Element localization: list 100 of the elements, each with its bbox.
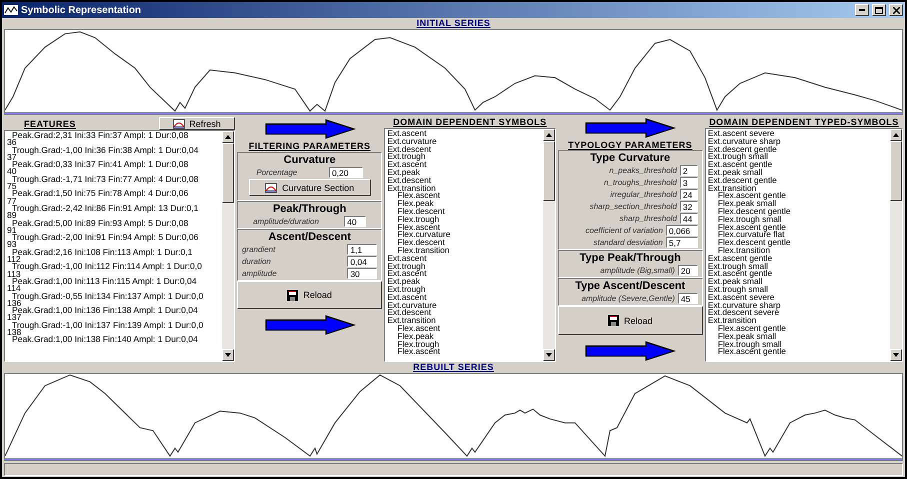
symbol-item[interactable]: Flex.ascent (387, 348, 541, 356)
symbol-item[interactable]: Ext.ascent gentle (708, 270, 888, 278)
reload-button[interactable]: Reload (558, 306, 703, 336)
symbol-item[interactable]: Ext.trough small (708, 153, 888, 162)
input-field[interactable]: 5,7 (666, 237, 698, 248)
symbol-item[interactable]: Ext.transition (387, 184, 541, 192)
scroll-thumb[interactable] (222, 143, 234, 203)
symbol-item[interactable]: Ext.curvature (387, 138, 541, 146)
symbol-item[interactable]: Flex.descent (387, 239, 541, 247)
symbol-item[interactable]: Ext.ascent (387, 270, 541, 278)
scroll-thumb[interactable] (542, 141, 555, 201)
symbol-item[interactable]: Flex.curvature flat (708, 231, 888, 240)
symbol-item[interactable]: Ext.descent gentle (708, 176, 888, 185)
symbol-item[interactable]: Flex.ascent (387, 192, 541, 200)
symbol-item[interactable]: Ext.ascent gentle (708, 254, 888, 263)
scroll-thumb[interactable] (890, 141, 902, 201)
feature-item[interactable]: Peak.Grad:2,31 Ini:33 Fin:37 Ampl: 1 Dur:0,08 (7, 132, 220, 140)
input-field[interactable]: 24 (680, 189, 698, 200)
symbol-item[interactable]: Flex.ascent gentle (708, 348, 888, 356)
scroll-up-button[interactable] (222, 131, 234, 143)
input-field[interactable]: 20 (678, 265, 698, 276)
scroll-up-button[interactable] (890, 129, 902, 141)
input-field[interactable]: 30 (347, 268, 378, 279)
symbol-item[interactable]: Flex.transition (708, 246, 888, 255)
symbol-item[interactable]: Flex.trough (387, 216, 541, 224)
feature-item[interactable]: Peak.Grad:1,50 Ini:75 Fin:78 Ampl: 4 Dur:0,06 (7, 190, 220, 198)
feature-item[interactable]: Trough.Grad:-2,00 Ini:91 Fin:94 Ampl: 5 Dur:0,06 (7, 234, 220, 242)
reload-button[interactable]: Reload (236, 281, 382, 309)
feature-item[interactable]: Trough.Grad:-2,42 Ini:86 Fin:91 Ampl: 13 Dur:0,1 (7, 204, 220, 212)
symbol-item[interactable]: Ext.trough small (708, 286, 888, 294)
input-field[interactable]: 44 (680, 213, 698, 224)
symbol-item[interactable]: Ext.ascent (387, 254, 541, 263)
input-field[interactable]: 45 (678, 293, 698, 304)
symbol-item[interactable]: Flex.ascent gentle (708, 324, 888, 333)
input-field[interactable]: 0,20 (328, 167, 363, 178)
curvature-section-button[interactable]: Curvature Section (248, 179, 371, 196)
symbol-item[interactable]: Ext.transition (708, 317, 888, 325)
symbol-item[interactable]: Ext.trough small (708, 262, 888, 270)
symbol-item[interactable]: Ext.descent (387, 176, 541, 185)
symbol-item[interactable]: Ext.descent (387, 146, 541, 154)
input-field[interactable]: 32 (680, 201, 698, 212)
symbol-item[interactable]: Flex.ascent gentle (708, 192, 888, 200)
symbol-item[interactable]: Ext.ascent gentle (708, 161, 888, 169)
symbol-item[interactable]: Flex.ascent gentle (708, 224, 888, 232)
symbol-item[interactable]: Ext.peak (387, 278, 541, 286)
feature-item[interactable]: Peak.Grad:1,00 Ini:136 Fin:138 Ampl: 1 Dur:0,04 (7, 307, 220, 314)
maximize-button[interactable] (872, 4, 886, 16)
symbol-item[interactable]: Flex.curvature (387, 231, 541, 240)
symbol-item[interactable]: Flex.descent gentle (708, 239, 888, 247)
scroll-down-button[interactable] (542, 349, 555, 361)
minimize-button[interactable] (855, 4, 869, 16)
input-field[interactable]: 0,066 (666, 225, 698, 236)
symbol-item[interactable]: Ext.ascent (387, 161, 541, 169)
symbol-item[interactable]: Ext.curvature sharp (708, 138, 888, 146)
symbol-item[interactable]: Ext.ascent (387, 130, 541, 138)
symbol-item[interactable]: Ext.ascent (387, 294, 541, 302)
symbol-item[interactable]: Flex.peak (387, 200, 541, 208)
feature-item[interactable]: Trough.Grad:-1,00 Ini:112 Fin:114 Ampl: 1 Dur:0,0 (7, 263, 220, 271)
scroll-down-button[interactable] (890, 349, 902, 361)
input-field[interactable]: 0,04 (347, 256, 378, 267)
symbol-item[interactable]: Flex.transition (387, 246, 541, 255)
symbol-item[interactable]: Flex.peak (387, 332, 541, 341)
symbol-item[interactable]: Flex.trough (387, 340, 541, 348)
input-field[interactable]: 2 (680, 165, 698, 176)
feature-item[interactable]: Peak.Grad:2,16 Ini:108 Fin:113 Ampl: 1 Dur:0,1 (7, 248, 220, 256)
symbol-item[interactable]: Ext.descent severe (708, 309, 888, 318)
symbol-item[interactable]: Ext.trough (387, 286, 541, 294)
feature-item[interactable]: Trough.Grad:-1,71 Ini:73 Fin:77 Ampl: 4 Dur:0,08 (7, 176, 220, 184)
symbol-item[interactable]: Flex.trough small (708, 340, 888, 348)
symbol-item[interactable]: Ext.ascent severe (708, 130, 888, 138)
scroll-up-button[interactable] (542, 129, 555, 141)
symbol-item[interactable]: Flex.peak small (708, 332, 888, 341)
input-field[interactable]: 1,1 (347, 244, 378, 255)
symbol-item[interactable]: Flex.descent gentle (708, 208, 888, 216)
feature-item[interactable]: Trough.Grad:-1,00 Ini:36 Fin:38 Ampl: 1 Dur:0,04 (7, 146, 220, 154)
symbol-item[interactable]: Flex.peak small (708, 200, 888, 208)
symbol-item[interactable]: Flex.ascent (387, 324, 541, 333)
feature-item[interactable]: Peak.Grad:1,00 Ini:113 Fin:115 Ampl: 1 Dur:0,04 (7, 278, 220, 286)
symbol-item[interactable]: Ext.curvature sharp (708, 302, 888, 310)
symbol-item[interactable]: Flex.descent (387, 208, 541, 216)
refresh-button[interactable]: Refresh (158, 117, 235, 130)
symbol-item[interactable]: Ext.transition (387, 317, 541, 325)
symbol-item[interactable]: Ext.curvature (387, 302, 541, 310)
feature-item[interactable]: Peak.Grad:5,00 Ini:89 Fin:93 Ampl: 5 Dur:0,08 (7, 220, 220, 227)
symbol-item[interactable]: Ext.descent (387, 309, 541, 318)
symbol-item[interactable]: Ext.peak (387, 168, 541, 177)
symbol-item[interactable]: Ext.ascent severe (708, 294, 888, 302)
input-field[interactable]: 3 (680, 177, 698, 188)
input-field[interactable]: 40 (344, 216, 366, 227)
symbol-item[interactable]: Flex.ascent (387, 224, 541, 232)
close-button[interactable] (889, 4, 903, 16)
symbol-item[interactable]: Ext.trough (387, 262, 541, 270)
symbol-item[interactable]: Flex.trough small (708, 216, 888, 224)
feature-item[interactable]: Peak.Grad:1,00 Ini:138 Fin:140 Ampl: 1 Dur:0,04 (7, 336, 220, 344)
symbol-item[interactable]: Ext.peak small (708, 168, 888, 177)
symbol-item[interactable]: Ext.peak small (708, 278, 888, 286)
feature-item[interactable]: Peak.Grad:0,33 Ini:37 Fin:41 Ampl: 1 Dur:0,08 (7, 161, 220, 168)
feature-item[interactable]: Trough.Grad:-0,55 Ini:134 Fin:137 Ampl: 1 Dur:0,0 (7, 292, 220, 300)
scroll-down-button[interactable] (222, 349, 234, 361)
feature-item[interactable]: Trough.Grad:-1,00 Ini:137 Fin:139 Ampl: 1 Dur:0,0 (7, 322, 220, 330)
